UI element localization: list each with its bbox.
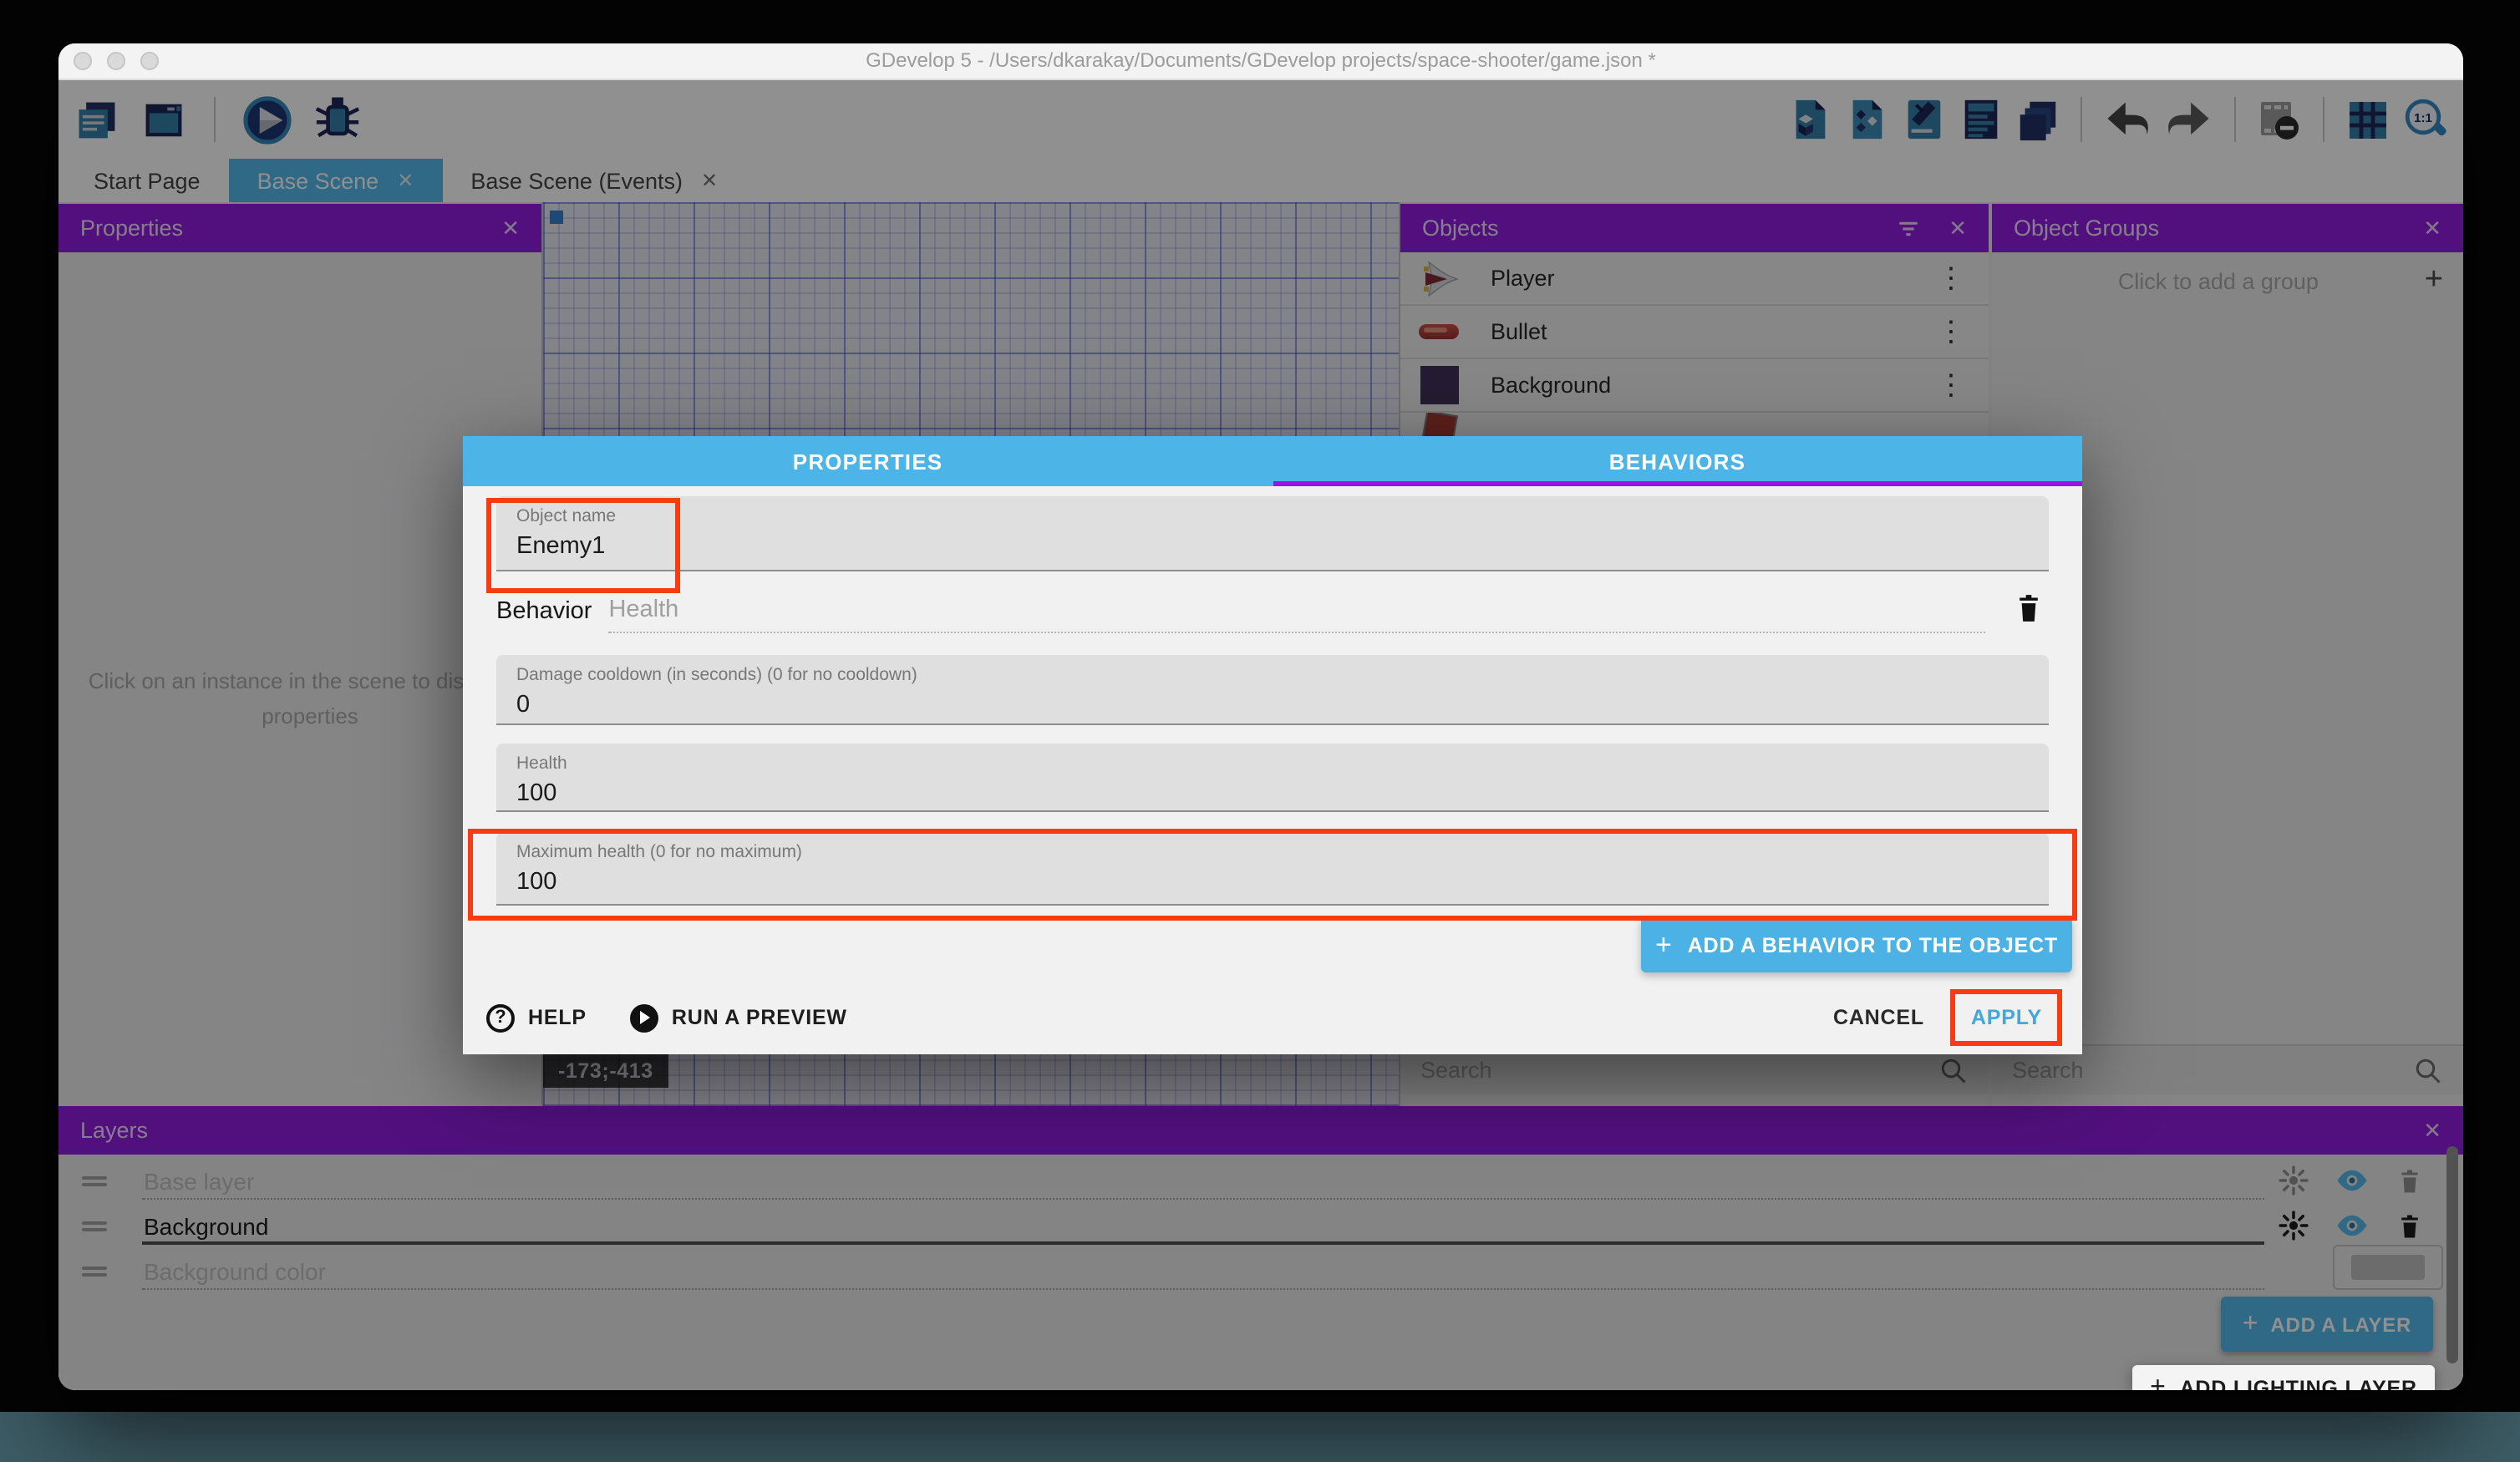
titlebar: GDevelop 5 - /Users/dkarakay/Documents/G…: [58, 43, 2463, 80]
behavior-label: Behavior: [496, 598, 592, 633]
annotation-object-name: [486, 498, 680, 593]
delete-behavior-button[interactable]: [2009, 591, 2049, 633]
close-window-button[interactable]: [74, 52, 92, 70]
traffic-lights: [74, 52, 159, 70]
dialog-footer: ? HELP RUN A PREVIEW CANCEL APPLY: [486, 991, 2062, 1044]
object-name-field[interactable]: Object name Enemy1: [496, 496, 2049, 571]
zoom-window-button[interactable]: [140, 52, 159, 70]
dialog-tabs: PROPERTIES BEHAVIORS: [463, 436, 2082, 486]
add-behavior-button[interactable]: + ADD A BEHAVIOR TO THE OBJECT: [1641, 917, 2072, 972]
play-icon: [630, 1003, 658, 1032]
tab-behaviors[interactable]: BEHAVIORS: [1273, 436, 2082, 486]
behavior-row: Behavior Health: [496, 593, 2049, 633]
plus-icon: +: [2150, 1373, 2167, 1390]
minimize-window-button[interactable]: [107, 52, 125, 70]
tab-properties[interactable]: PROPERTIES: [463, 436, 1273, 486]
run-preview-button[interactable]: RUN A PREVIEW: [630, 1003, 847, 1032]
desktop-background: [0, 1412, 2520, 1462]
add-lighting-layer-button[interactable]: + ADD LIGHTING LAYER: [2132, 1365, 2435, 1390]
object-name-label: Object name: [516, 506, 2029, 526]
plus-icon: +: [1655, 928, 1673, 962]
gdevelop-window: GDevelop 5 - /Users/dkarakay/Documents/G…: [58, 43, 2463, 1390]
help-icon: ?: [486, 1003, 515, 1032]
apply-annotation-box: APPLY: [1951, 989, 2062, 1046]
annotation-maximum-health: [468, 829, 2077, 921]
help-button[interactable]: ? HELP: [486, 1003, 587, 1032]
behavior-name-input[interactable]: Health: [608, 596, 1985, 633]
screenshot-stage: GDevelop 5 - /Users/dkarakay/Documents/G…: [0, 0, 2520, 1462]
trash-icon: [2012, 591, 2045, 625]
health-field[interactable]: Health 100: [496, 744, 2049, 812]
apply-button[interactable]: APPLY: [1971, 1006, 2042, 1029]
damage-cooldown-field[interactable]: Damage cooldown (in seconds) (0 for no c…: [496, 655, 2049, 725]
object-name-value[interactable]: Enemy1: [516, 533, 2029, 560]
cancel-button[interactable]: CANCEL: [1833, 1006, 1924, 1029]
window-title: GDevelop 5 - /Users/dkarakay/Documents/G…: [58, 43, 2463, 79]
object-editor-dialog: PROPERTIES BEHAVIORS Object name Enemy1 …: [463, 436, 2082, 1054]
